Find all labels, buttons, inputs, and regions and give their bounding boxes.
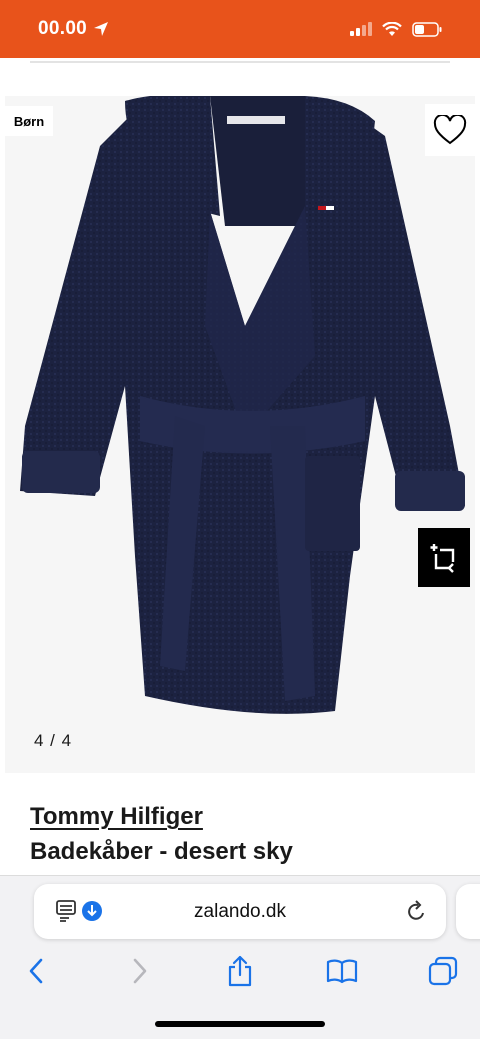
status-bar: 00.00 — [0, 0, 480, 58]
bookmarks-icon — [326, 959, 358, 984]
back-button[interactable] — [14, 950, 58, 992]
heart-icon — [433, 115, 467, 145]
kids-badge: Børn — [5, 106, 53, 136]
crop-plus-icon — [430, 543, 455, 573]
share-button[interactable] — [218, 950, 262, 992]
address-bar[interactable]: zalando.dk — [34, 884, 446, 939]
wishlist-button[interactable] — [425, 104, 475, 156]
brand-link[interactable]: Tommy Hilfiger — [30, 803, 203, 831]
url-text[interactable]: zalando.dk — [34, 901, 446, 923]
battery-icon — [412, 21, 442, 37]
page-top-strip — [0, 58, 480, 96]
tabs-button[interactable] — [421, 950, 465, 992]
back-icon — [29, 958, 43, 984]
product-name: Badekåber - desert sky — [30, 838, 293, 865]
bookmarks-button[interactable] — [320, 950, 364, 992]
location-arrow-icon — [94, 22, 109, 36]
signal-icon — [350, 22, 372, 36]
image-counter: 4 / 4 — [34, 731, 73, 750]
next-tab-peek[interactable] — [456, 884, 480, 939]
status-time: 00.00 — [38, 18, 88, 39]
tabs-icon — [428, 956, 458, 986]
home-indicator — [155, 1021, 325, 1027]
share-icon — [228, 955, 252, 987]
browser-nav-row — [0, 950, 480, 992]
wifi-icon — [382, 21, 402, 36]
reload-icon[interactable] — [407, 900, 427, 922]
edit-annotate-button[interactable] — [418, 528, 470, 587]
forward-button[interactable] — [118, 950, 162, 992]
product-image-gallery[interactable] — [5, 96, 475, 773]
bathrobe-image[interactable] — [5, 96, 475, 773]
forward-icon — [133, 958, 147, 984]
